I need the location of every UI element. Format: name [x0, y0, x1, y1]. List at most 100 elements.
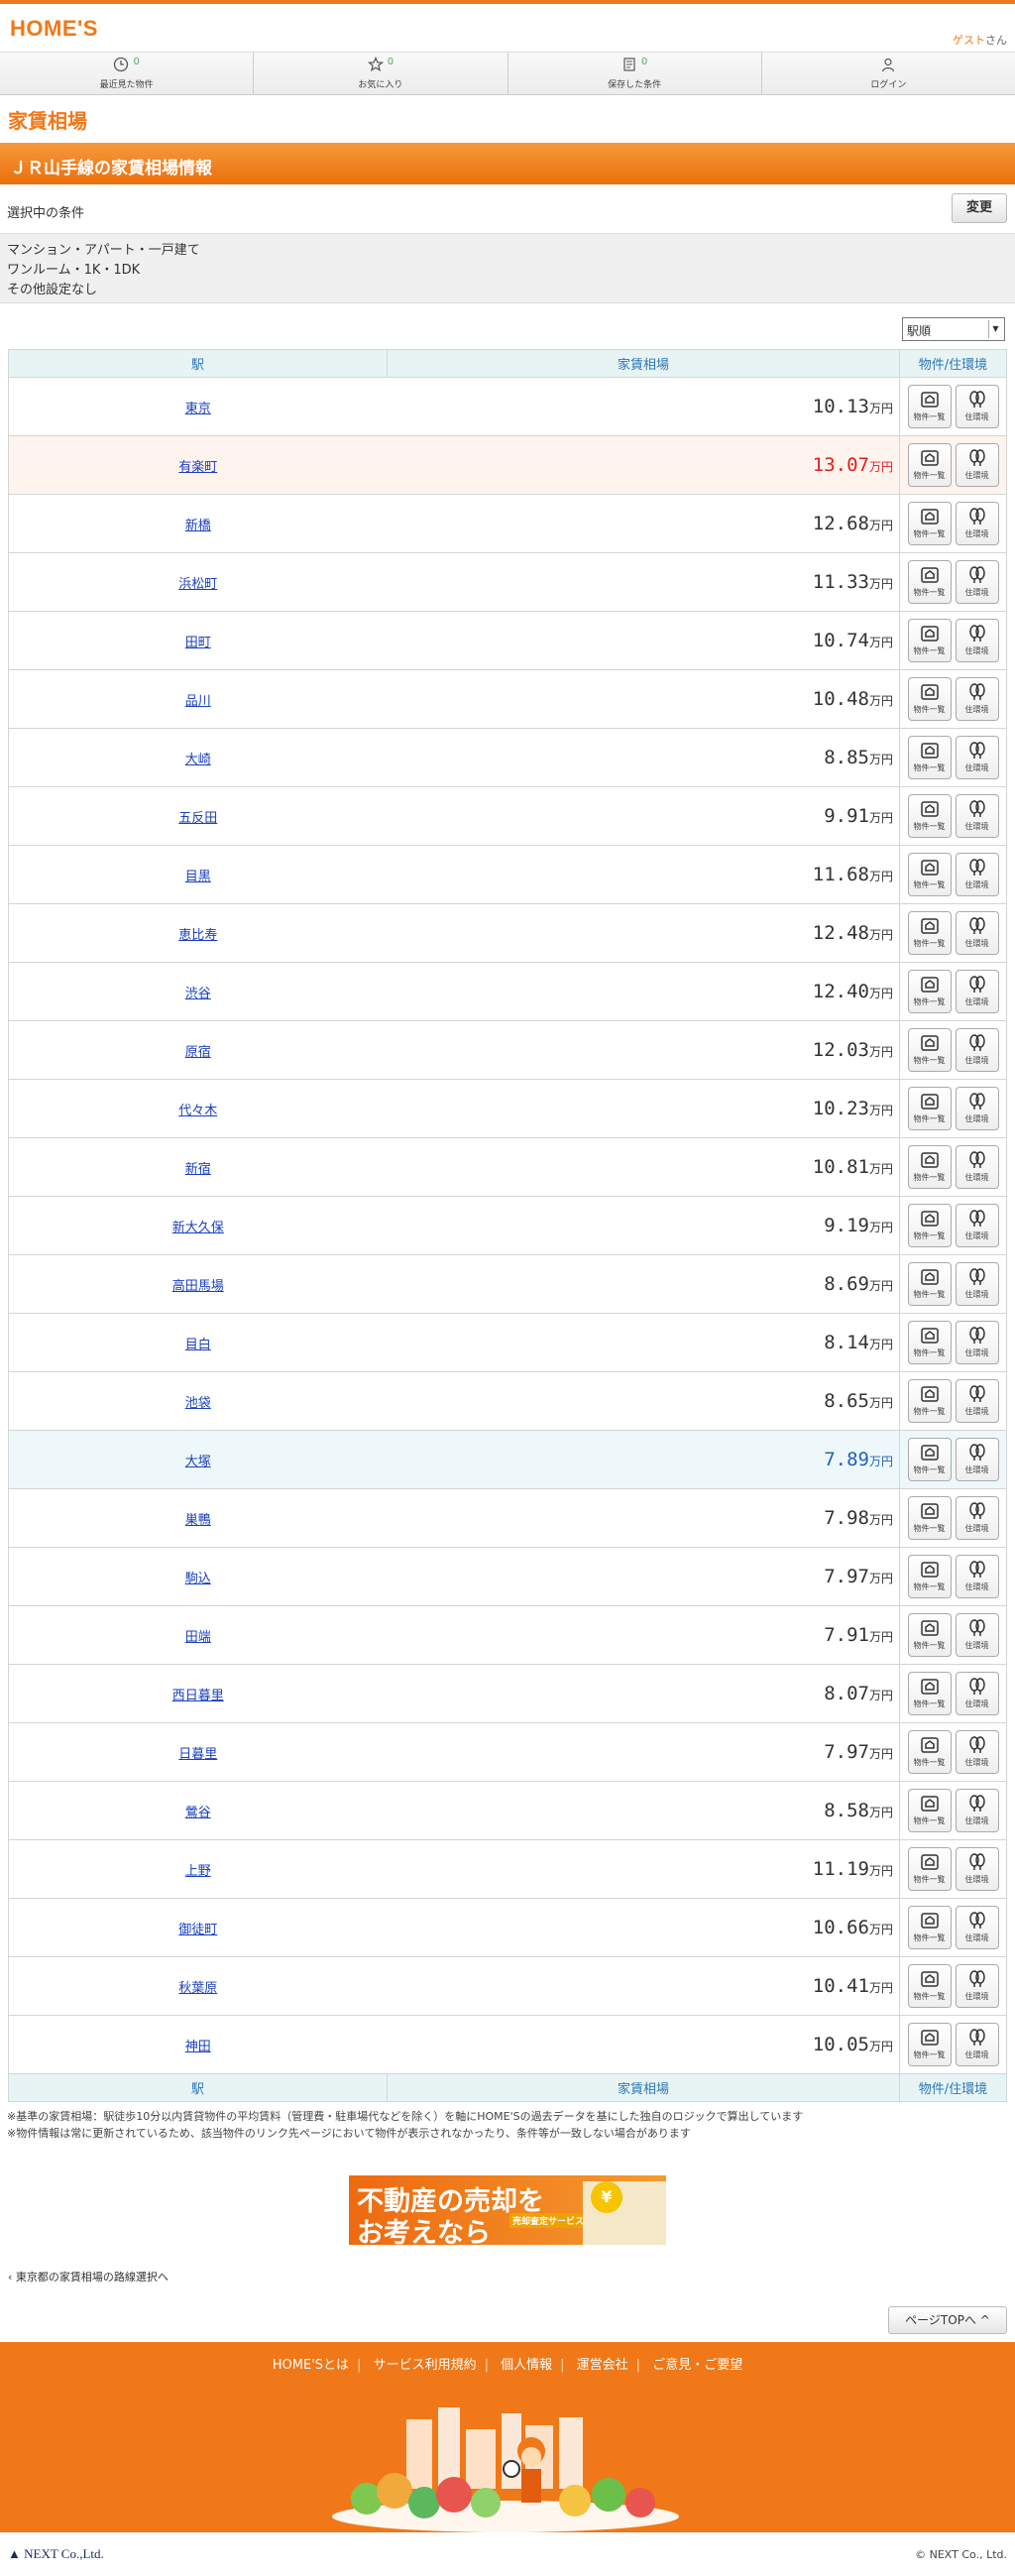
- station-link[interactable]: 西日暮里: [172, 1689, 224, 1703]
- living-env-button[interactable]: 住環境: [955, 1789, 999, 1832]
- property-list-button[interactable]: 物件一覧: [907, 1964, 952, 2008]
- living-env-button[interactable]: 住環境: [955, 1321, 999, 1364]
- living-env-button[interactable]: 住環境: [955, 1906, 999, 1949]
- property-list-button[interactable]: 物件一覧: [907, 970, 952, 1013]
- living-env-button[interactable]: 住環境: [955, 1613, 999, 1657]
- property-list-button[interactable]: 物件一覧: [907, 1321, 952, 1364]
- nav-recent[interactable]: 0 最近見た物件: [0, 53, 255, 94]
- living-env-button[interactable]: 住環境: [955, 2023, 999, 2066]
- living-env-button[interactable]: 住環境: [955, 560, 999, 604]
- living-env-button[interactable]: 住環境: [955, 502, 999, 545]
- property-list-button[interactable]: 物件一覧: [907, 1204, 952, 1247]
- property-list-button[interactable]: 物件一覧: [907, 443, 952, 487]
- station-link[interactable]: 目白: [185, 1338, 211, 1352]
- footer-link-company[interactable]: 運営会社: [577, 2358, 628, 2373]
- station-link[interactable]: 駒込: [185, 1572, 211, 1586]
- property-list-button[interactable]: 物件一覧: [907, 1613, 952, 1657]
- property-list-button[interactable]: 物件一覧: [907, 794, 952, 838]
- property-list-button[interactable]: 物件一覧: [907, 1028, 952, 1072]
- property-list-button[interactable]: 物件一覧: [907, 1262, 952, 1306]
- property-list-button[interactable]: 物件一覧: [907, 619, 952, 662]
- property-list-button[interactable]: 物件一覧: [907, 911, 952, 955]
- property-list-button[interactable]: 物件一覧: [907, 1438, 952, 1481]
- property-list-button[interactable]: 物件一覧: [907, 2023, 952, 2066]
- footer-link-privacy[interactable]: 個人情報: [501, 2358, 552, 2373]
- station-link[interactable]: 秋葉原: [178, 1981, 217, 1996]
- living-env-button[interactable]: 住環境: [955, 1730, 999, 1774]
- page-top-button[interactable]: ページTOPへ ^: [888, 2306, 1007, 2334]
- footer-link-feedback[interactable]: ご意見・ご要望: [652, 2358, 742, 2373]
- living-env-button[interactable]: 住環境: [955, 1379, 999, 1423]
- property-list-button[interactable]: 物件一覧: [907, 1906, 952, 1949]
- station-link[interactable]: 大塚: [185, 1455, 211, 1469]
- station-link[interactable]: 鶯谷: [185, 1806, 211, 1820]
- property-list-button[interactable]: 物件一覧: [907, 1847, 952, 1891]
- property-list-button[interactable]: 物件一覧: [907, 1145, 952, 1189]
- property-list-button[interactable]: 物件一覧: [907, 560, 952, 604]
- property-list-button[interactable]: 物件一覧: [907, 1730, 952, 1774]
- living-env-button[interactable]: 住環境: [955, 970, 999, 1013]
- living-env-button[interactable]: 住環境: [955, 1496, 999, 1540]
- living-env-button[interactable]: 住環境: [955, 677, 999, 721]
- living-env-button[interactable]: 住環境: [955, 1555, 999, 1598]
- property-list-button[interactable]: 物件一覧: [907, 1496, 952, 1540]
- living-env-button[interactable]: 住環境: [955, 1087, 999, 1130]
- station-link[interactable]: 巣鴨: [185, 1513, 211, 1528]
- living-env-button[interactable]: 住環境: [955, 1145, 999, 1189]
- property-list-button[interactable]: 物件一覧: [907, 1789, 952, 1832]
- living-env-button[interactable]: 住環境: [955, 794, 999, 838]
- station-link[interactable]: 東京: [185, 402, 211, 416]
- living-env-button[interactable]: 住環境: [955, 1204, 999, 1247]
- station-link[interactable]: 神田: [185, 2040, 211, 2054]
- living-env-button[interactable]: 住環境: [955, 1672, 999, 1715]
- station-link[interactable]: 御徒町: [178, 1923, 217, 1937]
- site-logo[interactable]: HOME'S: [10, 16, 98, 42]
- station-link[interactable]: 田端: [185, 1630, 211, 1645]
- station-link[interactable]: 新大久保: [172, 1221, 224, 1235]
- station-link[interactable]: 浜松町: [178, 577, 217, 592]
- sort-select[interactable]: 駅順 ▼: [902, 317, 1005, 341]
- station-link[interactable]: 代々木: [178, 1104, 217, 1118]
- living-env-button[interactable]: 住環境: [955, 1964, 999, 2008]
- back-link[interactable]: ‹ 東京都の家賃相場の路線選択へ: [0, 2255, 1015, 2298]
- station-link[interactable]: 日暮里: [178, 1747, 217, 1762]
- sell-property-banner[interactable]: 不動産の売却を お考えなら 売却査定サービスで査定を依頼！ ¥: [349, 2175, 666, 2249]
- station-link[interactable]: 有楽町: [178, 460, 217, 475]
- station-link[interactable]: 上野: [185, 1864, 211, 1879]
- property-list-button[interactable]: 物件一覧: [907, 1555, 952, 1598]
- property-list-button[interactable]: 物件一覧: [907, 736, 952, 779]
- living-env-button[interactable]: 住環境: [955, 1438, 999, 1481]
- station-link[interactable]: 大崎: [185, 753, 211, 767]
- station-link[interactable]: 恵比寿: [178, 928, 217, 943]
- station-link[interactable]: 五反田: [178, 811, 217, 826]
- station-link[interactable]: 新橋: [185, 519, 211, 533]
- property-list-button[interactable]: 物件一覧: [907, 1379, 952, 1423]
- station-link[interactable]: 渋谷: [185, 987, 211, 1001]
- living-env-button[interactable]: 住環境: [955, 853, 999, 896]
- living-env-button[interactable]: 住環境: [955, 736, 999, 779]
- property-list-button[interactable]: 物件一覧: [907, 385, 952, 428]
- station-link[interactable]: 原宿: [185, 1045, 211, 1060]
- living-env-button[interactable]: 住環境: [955, 619, 999, 662]
- station-link[interactable]: 目黒: [185, 870, 211, 884]
- footer-link-about[interactable]: HOME'Sとは: [273, 2358, 349, 2373]
- footer-link-terms[interactable]: サービス利用規約: [374, 2358, 477, 2373]
- station-link[interactable]: 新宿: [185, 1162, 211, 1177]
- living-env-button[interactable]: 住環境: [955, 1028, 999, 1072]
- change-conditions-button[interactable]: 変更: [952, 193, 1007, 223]
- living-env-button[interactable]: 住環境: [955, 911, 999, 955]
- station-link[interactable]: 高田馬場: [172, 1279, 224, 1294]
- living-env-button[interactable]: 住環境: [955, 1847, 999, 1891]
- living-env-button[interactable]: 住環境: [955, 443, 999, 487]
- station-link[interactable]: 池袋: [185, 1396, 211, 1411]
- nav-favorites[interactable]: 0 お気に入り: [254, 53, 508, 94]
- guest-name[interactable]: ゲスト: [953, 34, 985, 47]
- property-list-button[interactable]: 物件一覧: [907, 853, 952, 896]
- nav-saved-conditions[interactable]: 0 保存した条件: [508, 53, 762, 94]
- property-list-button[interactable]: 物件一覧: [907, 1087, 952, 1130]
- living-env-button[interactable]: 住環境: [955, 1262, 999, 1306]
- station-link[interactable]: 品川: [185, 694, 211, 709]
- nav-login[interactable]: ログイン: [762, 53, 1015, 94]
- property-list-button[interactable]: 物件一覧: [907, 1672, 952, 1715]
- property-list-button[interactable]: 物件一覧: [907, 677, 952, 721]
